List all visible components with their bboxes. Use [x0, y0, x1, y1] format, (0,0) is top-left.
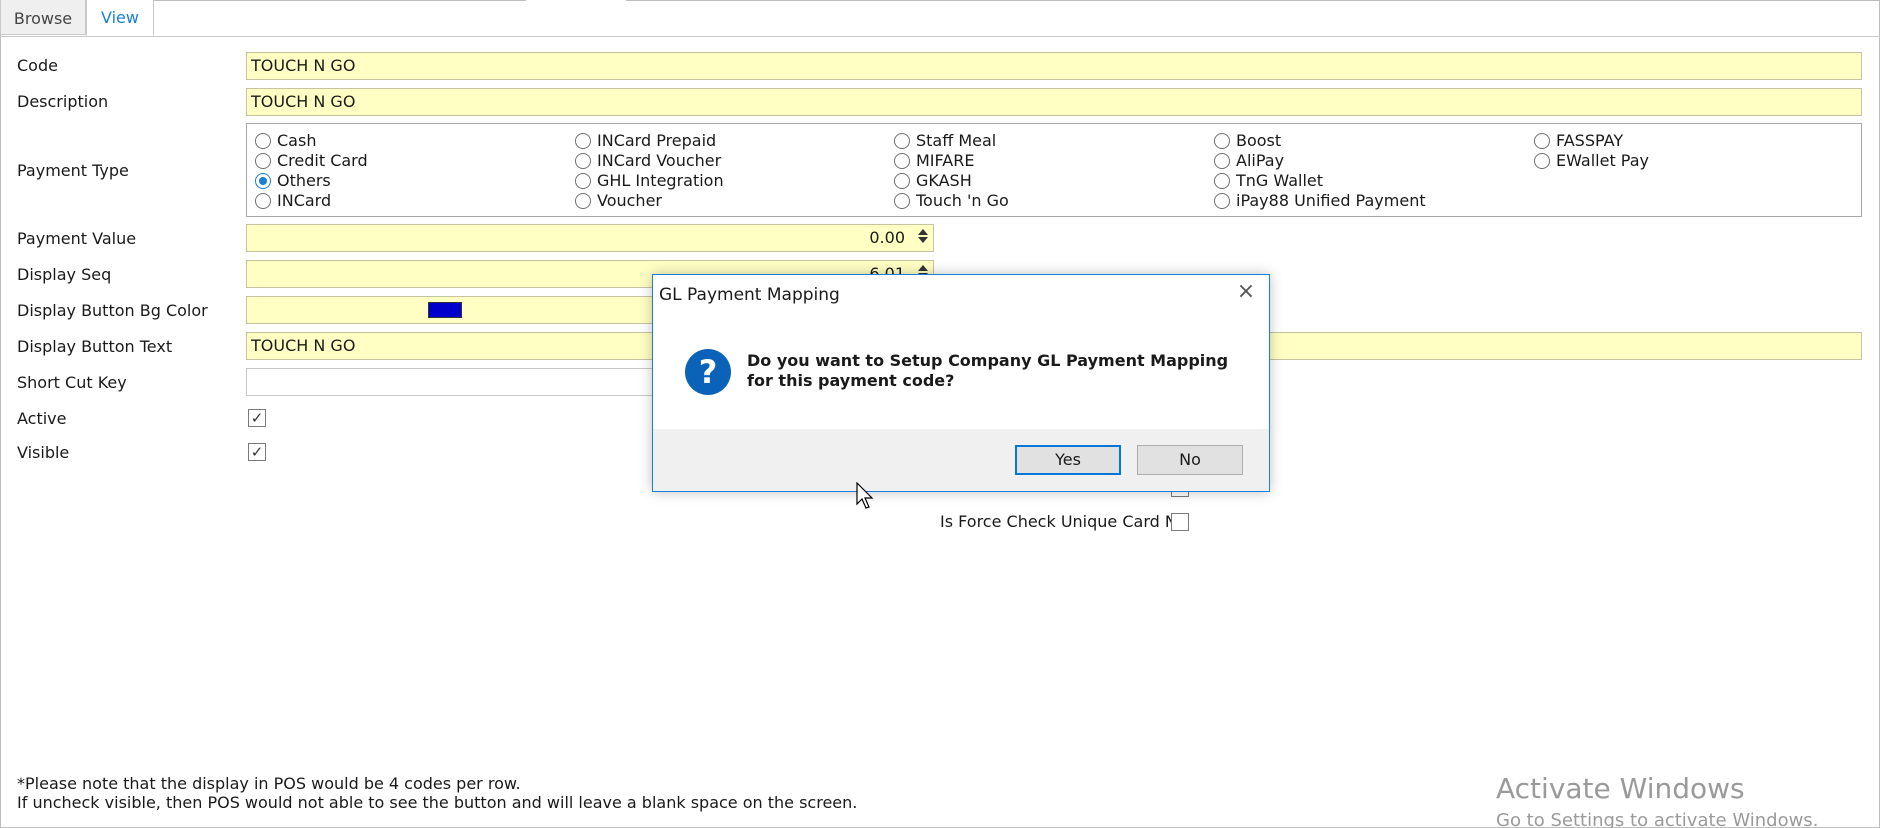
force-check-unique-card-checkbox[interactable] — [1171, 513, 1189, 531]
radio-circle — [894, 153, 910, 169]
short-cut-key-label: Short Cut Key — [17, 373, 127, 392]
radio-circle — [575, 173, 591, 189]
active-checkbox[interactable]: ✓ — [248, 409, 266, 427]
spin-down-icon[interactable] — [918, 237, 928, 243]
radio-credit-card[interactable]: Credit Card — [255, 151, 368, 170]
tab-browse[interactable]: Browse — [0, 0, 86, 35]
radio-label: GKASH — [916, 171, 972, 190]
description-label: Description — [17, 92, 109, 111]
spin-up-icon[interactable] — [918, 229, 928, 235]
radio-label: MIFARE — [916, 151, 975, 170]
radio-fasspay[interactable]: FASSPAY — [1534, 131, 1623, 150]
display-button-bg-color-label: Display Button Bg Color — [17, 301, 208, 320]
radio-label: INCard Prepaid — [597, 131, 717, 150]
radio-incard-prepaid[interactable]: INCard Prepaid — [575, 131, 716, 150]
radio-circle — [255, 193, 271, 209]
activate-windows-title: Activate Windows — [1496, 772, 1745, 805]
radio-touch-n-go[interactable]: Touch 'n Go — [894, 191, 1009, 210]
radio-incard[interactable]: INCard — [255, 191, 331, 210]
radio-circle — [894, 193, 910, 209]
payment-value-text: 0.00 — [869, 228, 905, 247]
radio-ewallet-pay[interactable]: EWallet Pay — [1534, 151, 1649, 170]
payment-value-input[interactable]: 0.00 — [246, 224, 934, 252]
note-line-1: *Please note that the display in POS wou… — [17, 774, 521, 793]
close-icon[interactable]: × — [1235, 281, 1257, 303]
radio-label: INCard — [277, 191, 332, 210]
radio-circle — [255, 133, 271, 149]
radio-label: Touch 'n Go — [916, 191, 1009, 210]
radio-circle — [575, 133, 591, 149]
radio-voucher[interactable]: Voucher — [575, 191, 662, 210]
radio-label: iPay88 Unified Payment — [1236, 191, 1426, 210]
radio-circle — [255, 153, 271, 169]
force-check-unique-card-label: Is Force Check Unique Card No — [940, 512, 1187, 531]
radio-label: Voucher — [597, 191, 662, 210]
yes-button[interactable]: Yes — [1015, 445, 1121, 475]
radio-circle-selected — [255, 173, 271, 189]
radio-circle — [575, 193, 591, 209]
radio-label: AliPay — [1236, 151, 1285, 170]
note-line-2: If uncheck visible, then POS would not a… — [17, 793, 858, 812]
radio-tng-wallet[interactable]: TnG Wallet — [1214, 171, 1323, 190]
display-seq-label: Display Seq — [17, 265, 112, 284]
tab-bar: Browse View — [0, 0, 1880, 37]
activate-windows-subtitle: Go to Settings to activate Windows. — [1496, 810, 1819, 828]
bg-color-swatch — [428, 302, 462, 318]
radio-incard-voucher[interactable]: INCard Voucher — [575, 151, 721, 170]
radio-staff-meal[interactable]: Staff Meal — [894, 131, 996, 150]
mouse-cursor-icon — [856, 482, 874, 509]
radio-circle — [1534, 133, 1550, 149]
code-label: Code — [17, 56, 58, 75]
tab-gap — [526, 0, 626, 2]
tab-view[interactable]: View — [86, 0, 154, 36]
spin-up-icon[interactable] — [918, 265, 928, 271]
payment-type-label: Payment Type — [17, 161, 129, 180]
active-label: Active — [17, 409, 67, 428]
radio-label: INCard Voucher — [597, 151, 722, 170]
no-button[interactable]: No — [1137, 445, 1243, 475]
radio-ipay88[interactable]: iPay88 Unified Payment — [1214, 191, 1426, 210]
radio-circle — [1214, 193, 1230, 209]
payment-value-label: Payment Value — [17, 229, 137, 248]
radio-label: FASSPAY — [1556, 131, 1624, 150]
payment-value-spinner[interactable] — [916, 227, 930, 249]
radio-cash[interactable]: Cash — [255, 131, 316, 150]
radio-circle — [1214, 153, 1230, 169]
visible-label: Visible — [17, 443, 70, 462]
radio-circle — [1214, 133, 1230, 149]
radio-alipay[interactable]: AliPay — [1214, 151, 1284, 170]
display-button-text-label: Display Button Text — [17, 337, 173, 356]
radio-circle — [894, 133, 910, 149]
radio-mifare[interactable]: MIFARE — [894, 151, 974, 170]
radio-gkash[interactable]: GKASH — [894, 171, 972, 190]
radio-label: GHL Integration — [597, 171, 724, 190]
dialog-message: Do you want to Setup Company GL Payment … — [747, 351, 1229, 390]
radio-ghl-integration[interactable]: GHL Integration — [575, 171, 724, 190]
radio-circle — [1534, 153, 1550, 169]
radio-circle — [894, 173, 910, 189]
radio-label: Others — [277, 171, 331, 190]
radio-label: Cash — [277, 131, 317, 150]
dialog-title: GL Payment Mapping — [659, 285, 840, 305]
radio-label: Credit Card — [277, 151, 368, 170]
radio-label: EWallet Pay — [1556, 151, 1650, 170]
visible-checkbox[interactable]: ✓ — [248, 443, 266, 461]
radio-circle — [575, 153, 591, 169]
description-input[interactable]: TOUCH N GO — [246, 88, 1862, 116]
payment-type-group: Cash Credit Card Others INCard INCard Pr… — [246, 123, 1862, 217]
radio-label: Staff Meal — [916, 131, 997, 150]
question-icon: ? — [685, 349, 731, 395]
gl-payment-mapping-dialog: GL Payment Mapping × ? Do you want to Se… — [652, 274, 1270, 492]
radio-circle — [1214, 173, 1230, 189]
radio-boost[interactable]: Boost — [1214, 131, 1281, 150]
code-input[interactable]: TOUCH N GO — [246, 52, 1862, 80]
radio-label: TnG Wallet — [1236, 171, 1324, 190]
radio-others[interactable]: Others — [255, 171, 331, 190]
radio-label: Boost — [1236, 131, 1282, 150]
